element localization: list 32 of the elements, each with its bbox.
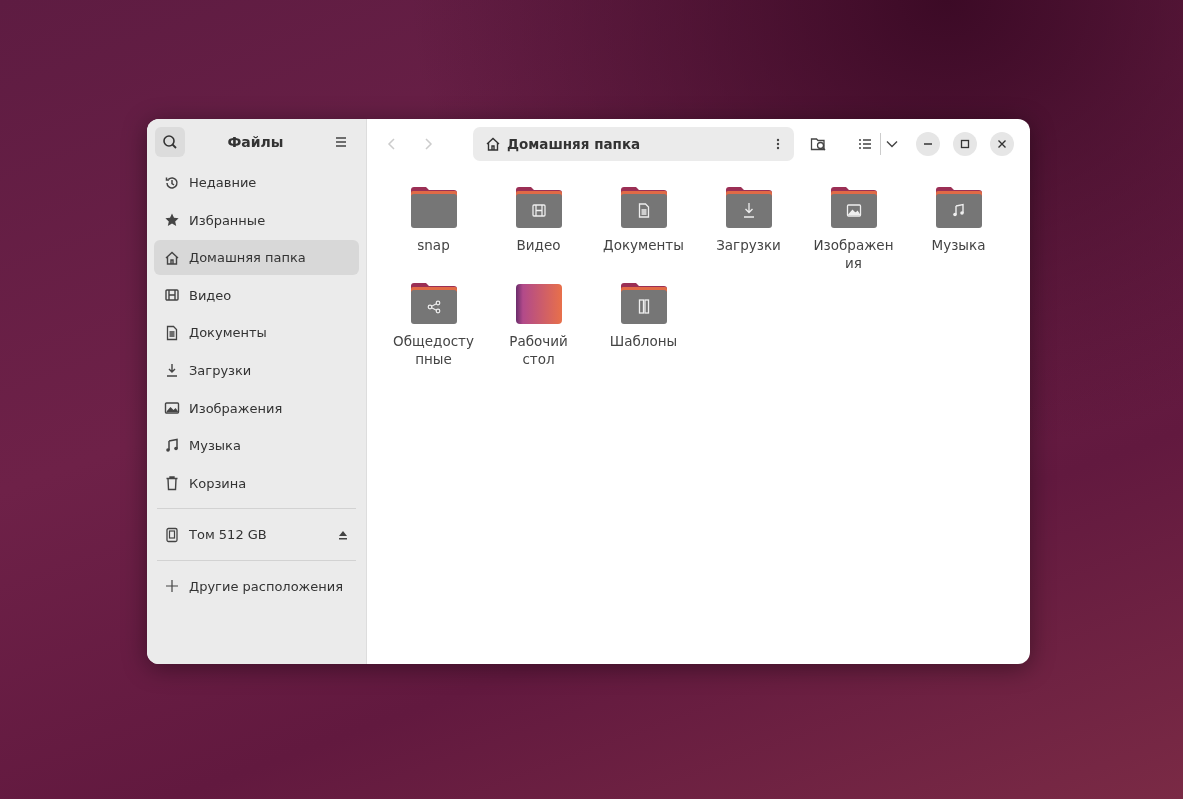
app-title: Файлы xyxy=(227,134,284,150)
sidebar-item[interactable]: Видео xyxy=(154,277,359,313)
file-name: Общедоступные xyxy=(392,332,475,368)
drive-item[interactable]: Том 512 GB xyxy=(154,517,359,553)
file-name: Документы xyxy=(602,236,685,254)
sidebar-item[interactable]: Загрузки xyxy=(154,352,359,388)
sidebar-item[interactable]: Корзина xyxy=(154,465,359,501)
file-item[interactable]: Изображения xyxy=(801,186,906,272)
file-name: Загрузки xyxy=(715,236,782,254)
sidebar-item[interactable]: Музыка xyxy=(154,428,359,464)
file-name: Музыка xyxy=(930,236,987,254)
file-item[interactable]: Общедоступные xyxy=(381,282,486,368)
file-item[interactable]: Документы xyxy=(591,186,696,272)
sidebar-item[interactable]: Документы xyxy=(154,315,359,351)
other-locations-item[interactable]: Другие расположения xyxy=(154,568,359,604)
file-item[interactable]: Шаблоны xyxy=(591,282,696,368)
file-name: Видео xyxy=(515,236,562,254)
sidebar-item[interactable]: Домашняя папка xyxy=(154,240,359,276)
sidebar-item[interactable]: Избранные xyxy=(154,202,359,238)
file-item[interactable]: snap xyxy=(381,186,486,272)
file-item[interactable]: Загрузки xyxy=(696,186,801,272)
path-bar[interactable]: Домашняя папка xyxy=(473,127,794,161)
location-label: Домашняя папка xyxy=(507,136,642,152)
file-item[interactable]: Музыка xyxy=(906,186,1011,272)
file-name: Шаблоны xyxy=(608,332,679,350)
sidebar-item[interactable]: Изображения xyxy=(154,390,359,426)
file-name: snap xyxy=(416,236,451,254)
file-name: Рабочий стол xyxy=(508,332,569,368)
file-name: Изображения xyxy=(812,236,895,272)
sidebar-item[interactable]: Недавние xyxy=(154,165,359,200)
file-item[interactable]: Видео xyxy=(486,186,591,272)
file-item[interactable]: Рабочий стол xyxy=(486,282,591,368)
